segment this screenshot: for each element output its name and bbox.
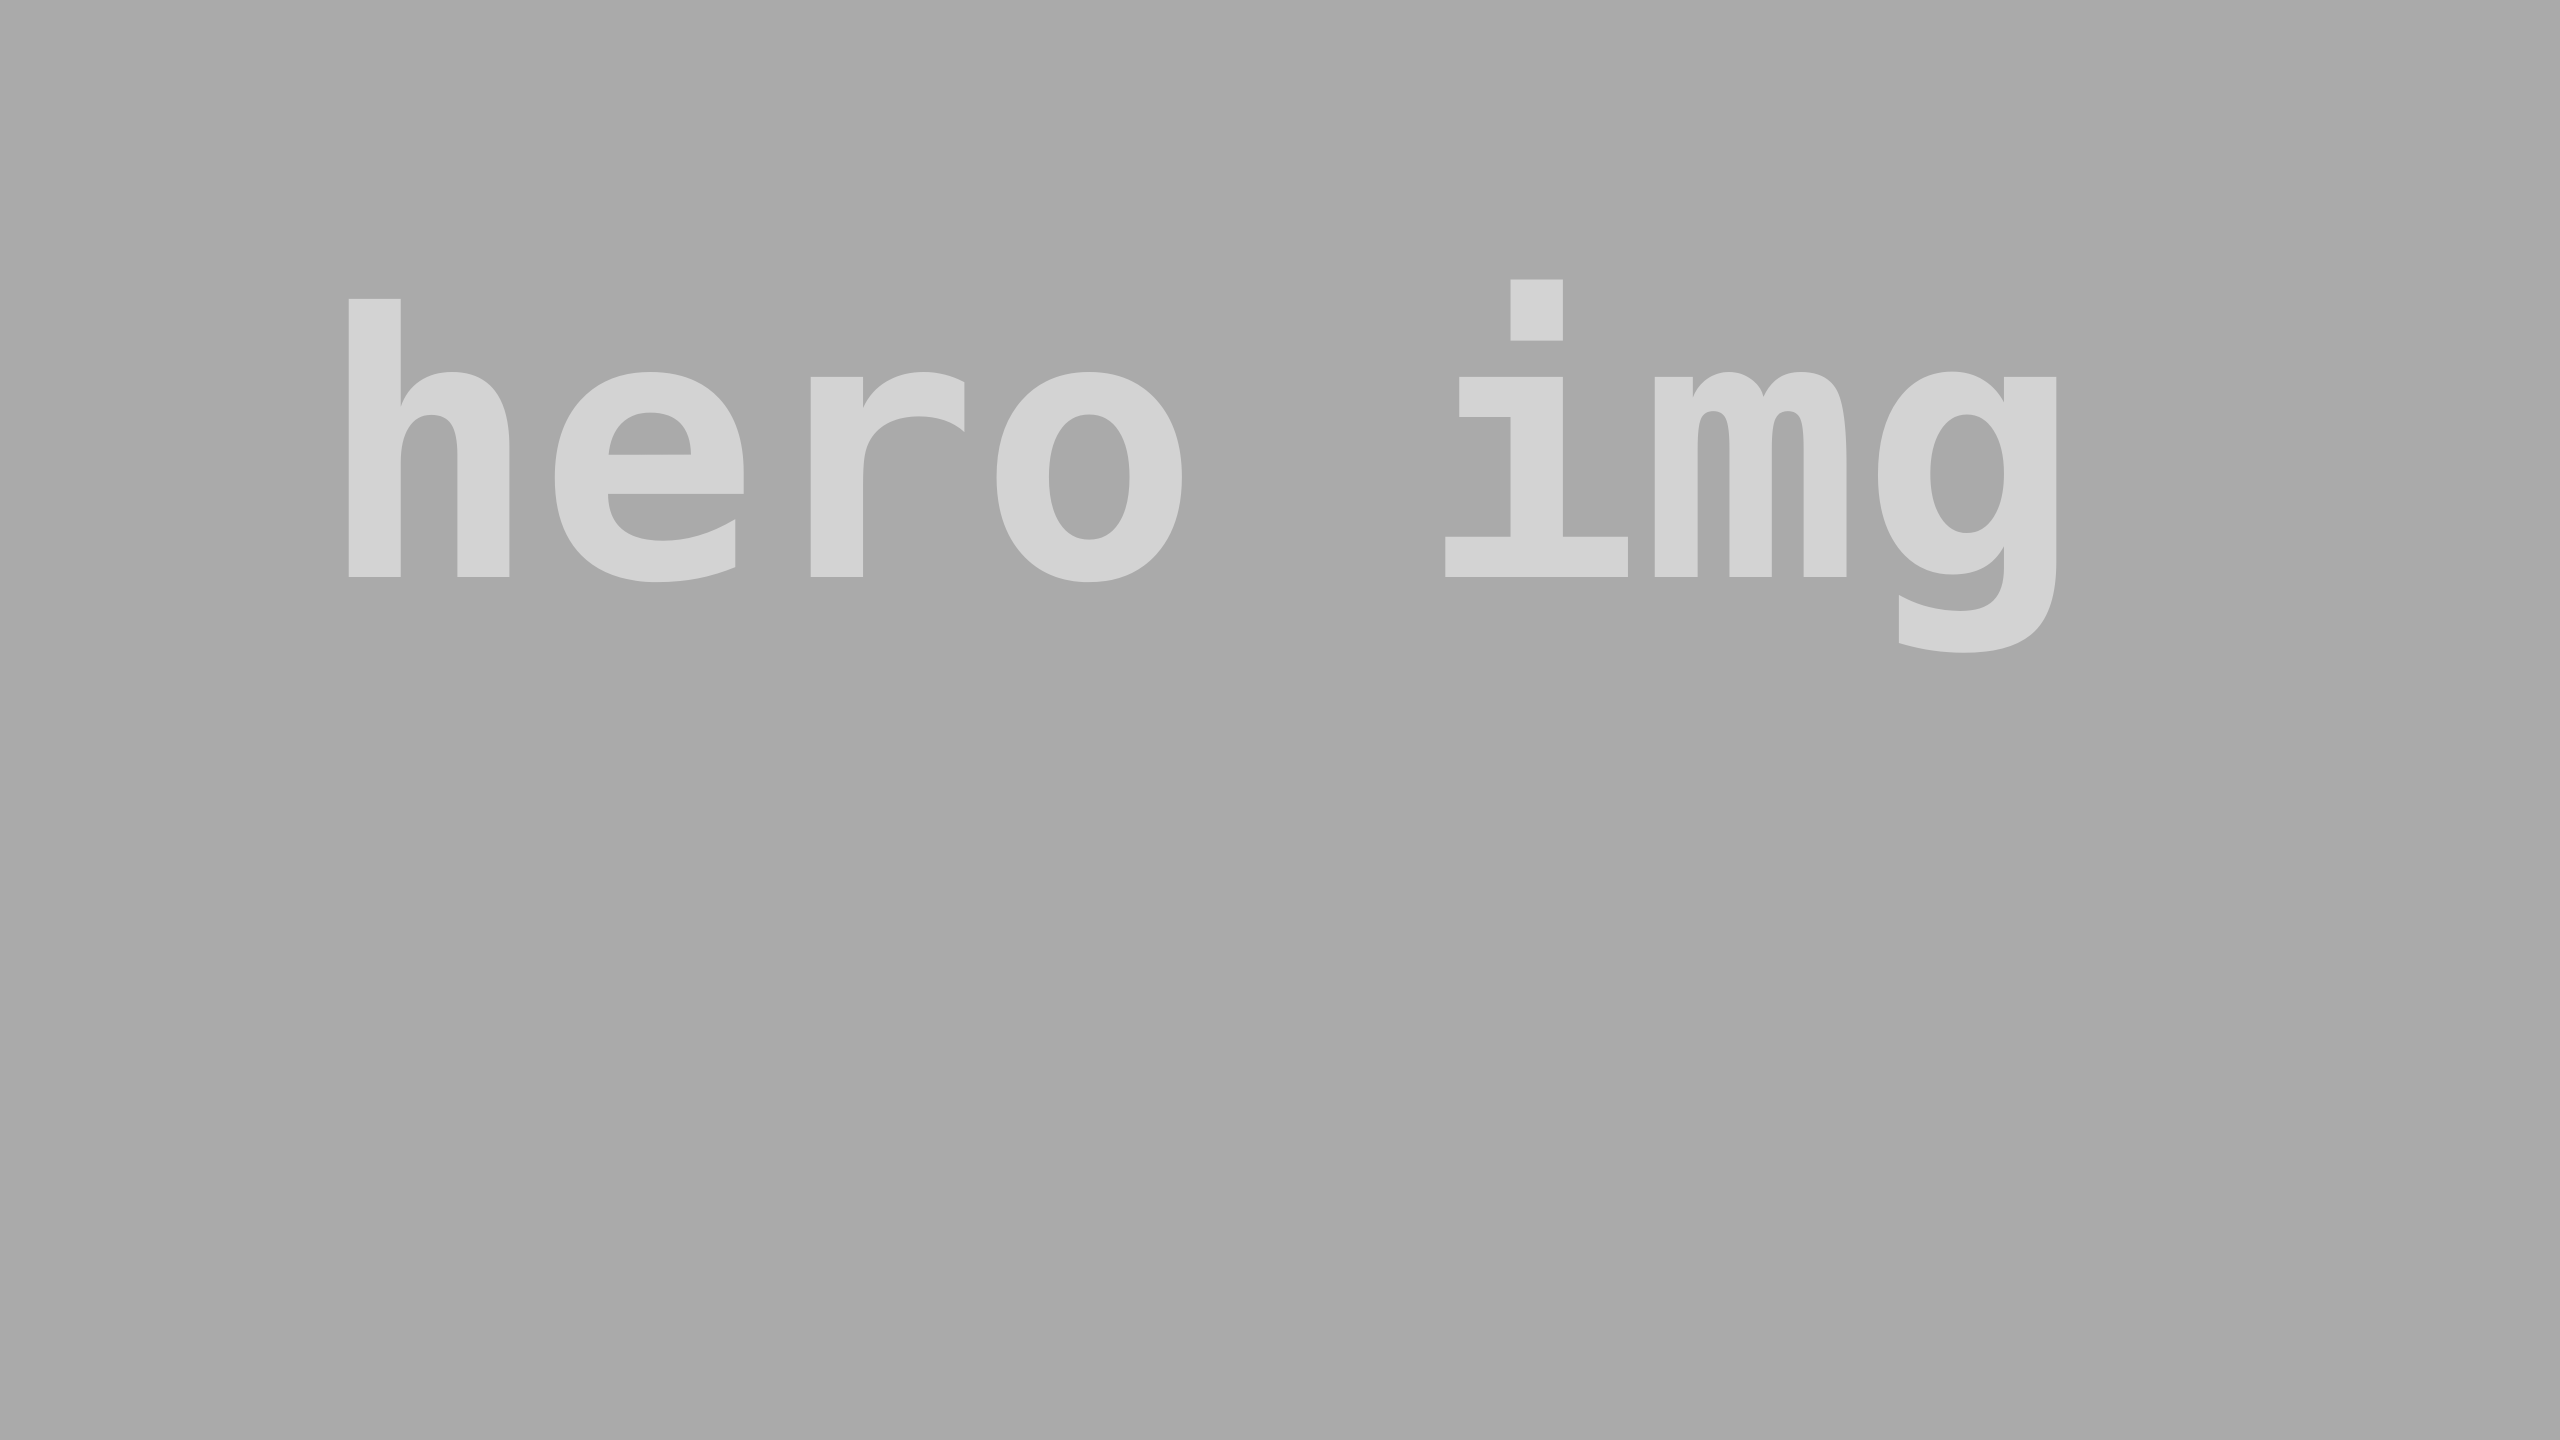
hero-image-placeholder: hero img [0,0,2560,1440]
placeholder-label: hero img [318,238,2081,664]
